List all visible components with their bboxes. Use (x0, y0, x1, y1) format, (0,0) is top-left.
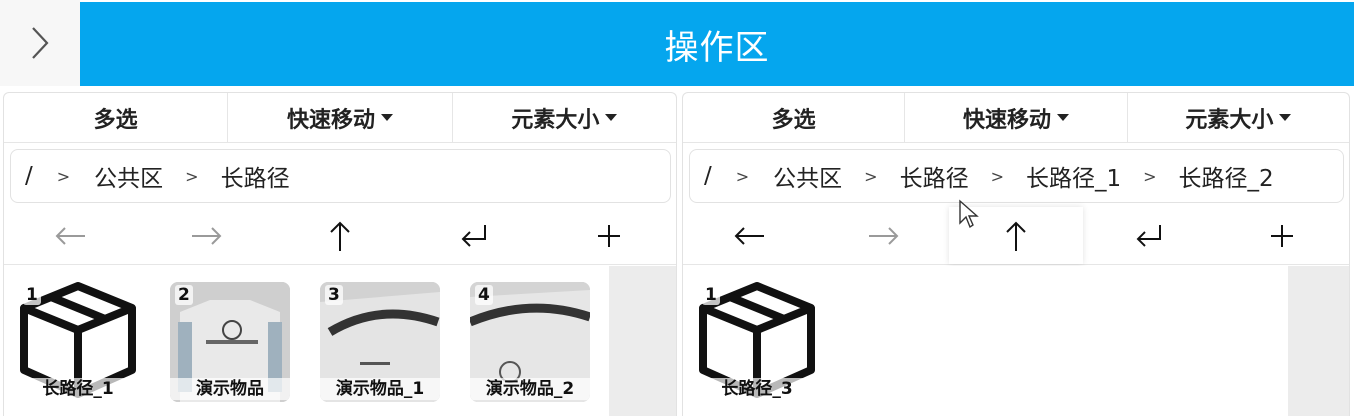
item-index: 3 (325, 285, 343, 305)
arrow-right-icon (868, 226, 899, 245)
item-label: 演示物品_1 (320, 378, 440, 400)
item-index: 1 (702, 285, 720, 305)
breadcrumb-separator: > (990, 166, 1004, 186)
item-grid: 1 长路径_3 (683, 266, 1349, 416)
right-file-panel: 多选 快速移动 元素大小 / > 公共区 > 长路径 > 长路径_1 > 长路径… (682, 92, 1350, 416)
caret-down-icon (605, 114, 618, 121)
plus-icon (597, 224, 620, 247)
left-file-panel: 多选 快速移动 元素大小 / > 公共区 > 长路径 1 长路径_1 2 演示物… (3, 92, 677, 416)
multi-select-button[interactable]: 多选 (4, 93, 229, 142)
back-button[interactable] (683, 207, 816, 264)
breadcrumb-separator: > (56, 166, 71, 186)
page-title: 操作区 (664, 27, 770, 68)
breadcrumb-item[interactable]: 长路径_1 (1026, 159, 1121, 193)
breadcrumb-item[interactable]: 公共区 (773, 159, 842, 193)
quick-move-dropdown[interactable]: 快速移动 (905, 93, 1128, 142)
add-button[interactable] (542, 207, 676, 264)
caret-down-icon (381, 114, 393, 121)
enter-button[interactable] (407, 207, 541, 264)
arrow-up-icon (330, 221, 350, 251)
navigation-row (4, 207, 676, 265)
item-label: 演示物品_2 (470, 378, 590, 400)
breadcrumb-root[interactable]: / (704, 163, 712, 189)
panel-toolbar: 多选 快速移动 元素大小 (683, 93, 1349, 143)
arrow-right-icon (191, 226, 222, 245)
item-label: 长路径_1 (18, 378, 138, 400)
top-bar: 操作区 (0, 0, 1354, 86)
breadcrumb: / > 公共区 > 长路径 (10, 149, 671, 203)
panel-toolbar: 多选 快速移动 元素大小 (4, 93, 676, 143)
enter-button[interactable] (1083, 207, 1216, 264)
enter-icon (462, 224, 487, 247)
arrow-up-icon (1006, 221, 1026, 251)
header-title-bar: 操作区 (80, 2, 1354, 86)
forward-button[interactable] (138, 207, 272, 264)
element-size-dropdown[interactable]: 元素大小 (1128, 93, 1349, 142)
back-button[interactable] (4, 207, 138, 264)
folder-item[interactable]: 1 长路径_3 (697, 282, 817, 402)
breadcrumb-item[interactable]: 公共区 (94, 159, 163, 193)
image-item[interactable]: 3 演示物品_1 (320, 282, 440, 402)
image-item[interactable]: 4 演示物品_2 (470, 282, 590, 402)
item-grid: 1 长路径_1 2 演示物品 3 演示物品_1 4 演示物品_2 (4, 266, 676, 416)
mouse-cursor-icon (959, 199, 979, 229)
item-grid-area: 1 长路径_1 2 演示物品 3 演示物品_1 4 演示物品_2 (4, 266, 609, 416)
item-index: 1 (23, 285, 41, 305)
breadcrumb-root[interactable]: / (25, 163, 33, 189)
navigation-row (683, 207, 1349, 265)
image-item[interactable]: 2 演示物品 (170, 282, 290, 402)
multi-select-button[interactable]: 多选 (683, 93, 906, 142)
arrow-left-icon (734, 226, 764, 245)
item-label: 演示物品 (170, 378, 290, 400)
caret-down-icon (1057, 114, 1069, 121)
forward-button[interactable] (816, 207, 949, 264)
breadcrumb-item[interactable]: 长路径 (900, 159, 969, 193)
up-button[interactable] (273, 207, 407, 264)
item-label: 长路径_3 (697, 378, 817, 400)
enter-icon (1136, 224, 1162, 247)
folder-item[interactable]: 1 长路径_1 (18, 282, 138, 402)
item-index: 4 (475, 285, 493, 305)
breadcrumb-item[interactable]: 长路径_2 (1179, 159, 1274, 193)
caret-down-icon (1279, 114, 1292, 121)
breadcrumb-separator: > (864, 166, 878, 186)
breadcrumb-separator: > (735, 166, 750, 186)
element-size-dropdown[interactable]: 元素大小 (453, 93, 676, 142)
breadcrumb-item[interactable]: 长路径 (221, 159, 290, 193)
chevron-right-icon (32, 27, 49, 59)
breadcrumb-separator: > (1143, 166, 1157, 186)
quick-move-dropdown[interactable]: 快速移动 (228, 93, 453, 142)
breadcrumb: / > 公共区 > 长路径 > 长路径_1 > 长路径_2 (689, 149, 1344, 203)
add-button[interactable] (1216, 207, 1349, 264)
item-index: 2 (175, 285, 193, 305)
arrow-left-icon (55, 226, 86, 245)
plus-icon (1271, 224, 1294, 247)
item-grid-area: 1 长路径_3 (683, 266, 1288, 416)
sidebar-toggle-button[interactable] (0, 0, 80, 86)
breadcrumb-separator: > (185, 166, 199, 186)
